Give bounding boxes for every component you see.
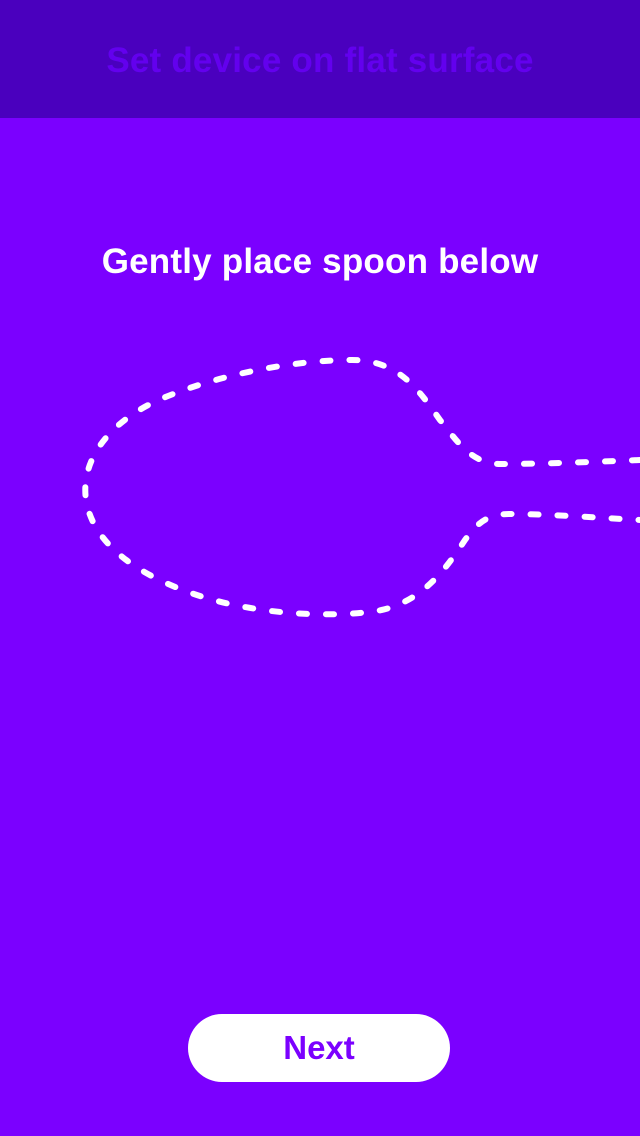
instruction-text: Gently place spoon below — [101, 242, 539, 281]
header-title: Set device on flat surface — [106, 41, 534, 80]
header-bar: Set device on flat surface — [0, 0, 640, 118]
spoon-outline-icon — [82, 356, 640, 618]
next-button[interactable]: Next — [188, 1014, 450, 1082]
